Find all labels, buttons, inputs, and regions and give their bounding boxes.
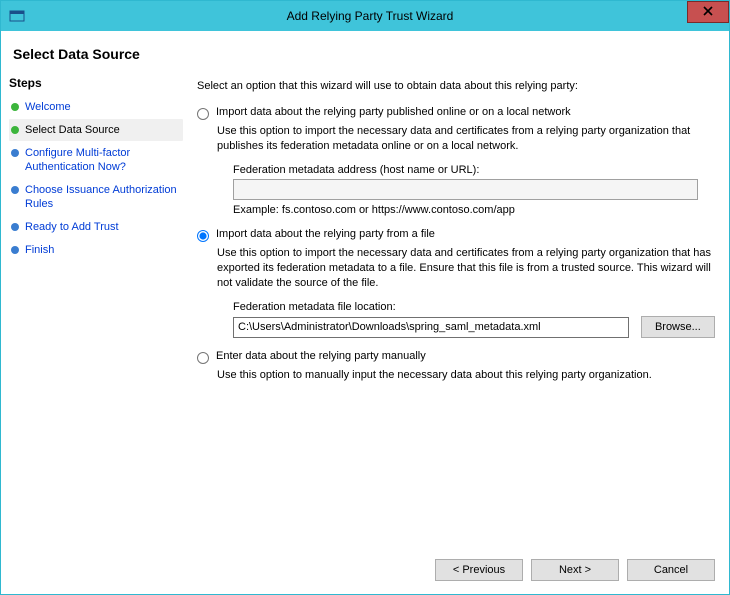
close-icon xyxy=(703,3,713,21)
step-2[interactable]: Configure Multi-factor Authentication No… xyxy=(9,142,183,178)
browse-button[interactable]: Browse... xyxy=(641,316,715,338)
step-bullet-icon xyxy=(11,103,19,111)
option-manual[interactable]: Enter data about the relying party manua… xyxy=(197,350,715,364)
option-manual-desc: Use this option to manually input the ne… xyxy=(217,368,715,383)
step-3[interactable]: Choose Issuance Authorization Rules xyxy=(9,179,183,215)
online-example-text: Example: fs.contoso.com or https://www.c… xyxy=(233,204,715,216)
option-online[interactable]: Import data about the relying party publ… xyxy=(197,106,715,120)
step-4[interactable]: Ready to Add Trust xyxy=(9,216,183,238)
titlebar: Add Relying Party Trust Wizard xyxy=(1,1,729,31)
online-field-block: Federation metadata address (host name o… xyxy=(233,164,715,216)
close-button[interactable] xyxy=(687,1,729,23)
option-online-desc: Use this option to import the necessary … xyxy=(217,124,715,154)
online-url-input xyxy=(233,179,698,200)
online-field-label: Federation metadata address (host name o… xyxy=(233,164,715,176)
steps-sidebar: Steps Welcome Select Data Source Configure… xyxy=(1,72,183,546)
option-file[interactable]: Import data about the relying party from… xyxy=(197,228,715,242)
option-manual-label: Enter data about the relying party manua… xyxy=(216,350,426,362)
option-online-label: Import data about the relying party publ… xyxy=(216,106,571,118)
content-area: Steps Welcome Select Data Source Configure… xyxy=(1,72,729,546)
step-0[interactable]: Welcome xyxy=(9,96,183,118)
file-field-label: Federation metadata file location: xyxy=(233,301,715,313)
step-bullet-icon xyxy=(11,186,19,194)
header: Select Data Source xyxy=(1,31,729,72)
radio-manual[interactable] xyxy=(197,352,209,364)
option-file-desc: Use this option to import the necessary … xyxy=(217,246,715,291)
step-label: Finish xyxy=(25,243,54,257)
previous-button[interactable]: < Previous xyxy=(435,559,523,581)
cancel-button[interactable]: Cancel xyxy=(627,559,715,581)
radio-file[interactable] xyxy=(197,230,209,242)
step-bullet-icon xyxy=(11,149,19,157)
steps-title: Steps xyxy=(9,76,183,90)
step-1[interactable]: Select Data Source xyxy=(9,119,183,141)
step-bullet-icon xyxy=(11,126,19,134)
step-bullet-icon xyxy=(11,246,19,254)
file-path-input[interactable] xyxy=(233,317,629,338)
step-label: Choose Issuance Authorization Rules xyxy=(25,183,177,211)
wizard-window: Add Relying Party Trust Wizard Select Da… xyxy=(0,0,730,595)
next-button[interactable]: Next > xyxy=(531,559,619,581)
step-bullet-icon xyxy=(11,223,19,231)
intro-text: Select an option that this wizard will u… xyxy=(197,80,715,92)
step-label: Ready to Add Trust xyxy=(25,220,119,234)
main-panel: Select an option that this wizard will u… xyxy=(183,72,729,546)
file-field-block: Federation metadata file location: Brows… xyxy=(233,301,715,338)
step-label: Configure Multi-factor Authentication No… xyxy=(25,146,177,174)
window-title: Add Relying Party Trust Wizard xyxy=(11,9,729,23)
step-5[interactable]: Finish xyxy=(9,239,183,261)
option-file-label: Import data about the relying party from… xyxy=(216,228,435,240)
page-title: Select Data Source xyxy=(13,46,717,62)
footer: < Previous Next > Cancel xyxy=(1,546,729,594)
step-label: Welcome xyxy=(25,100,71,114)
step-label: Select Data Source xyxy=(25,123,120,137)
radio-online[interactable] xyxy=(197,108,209,120)
